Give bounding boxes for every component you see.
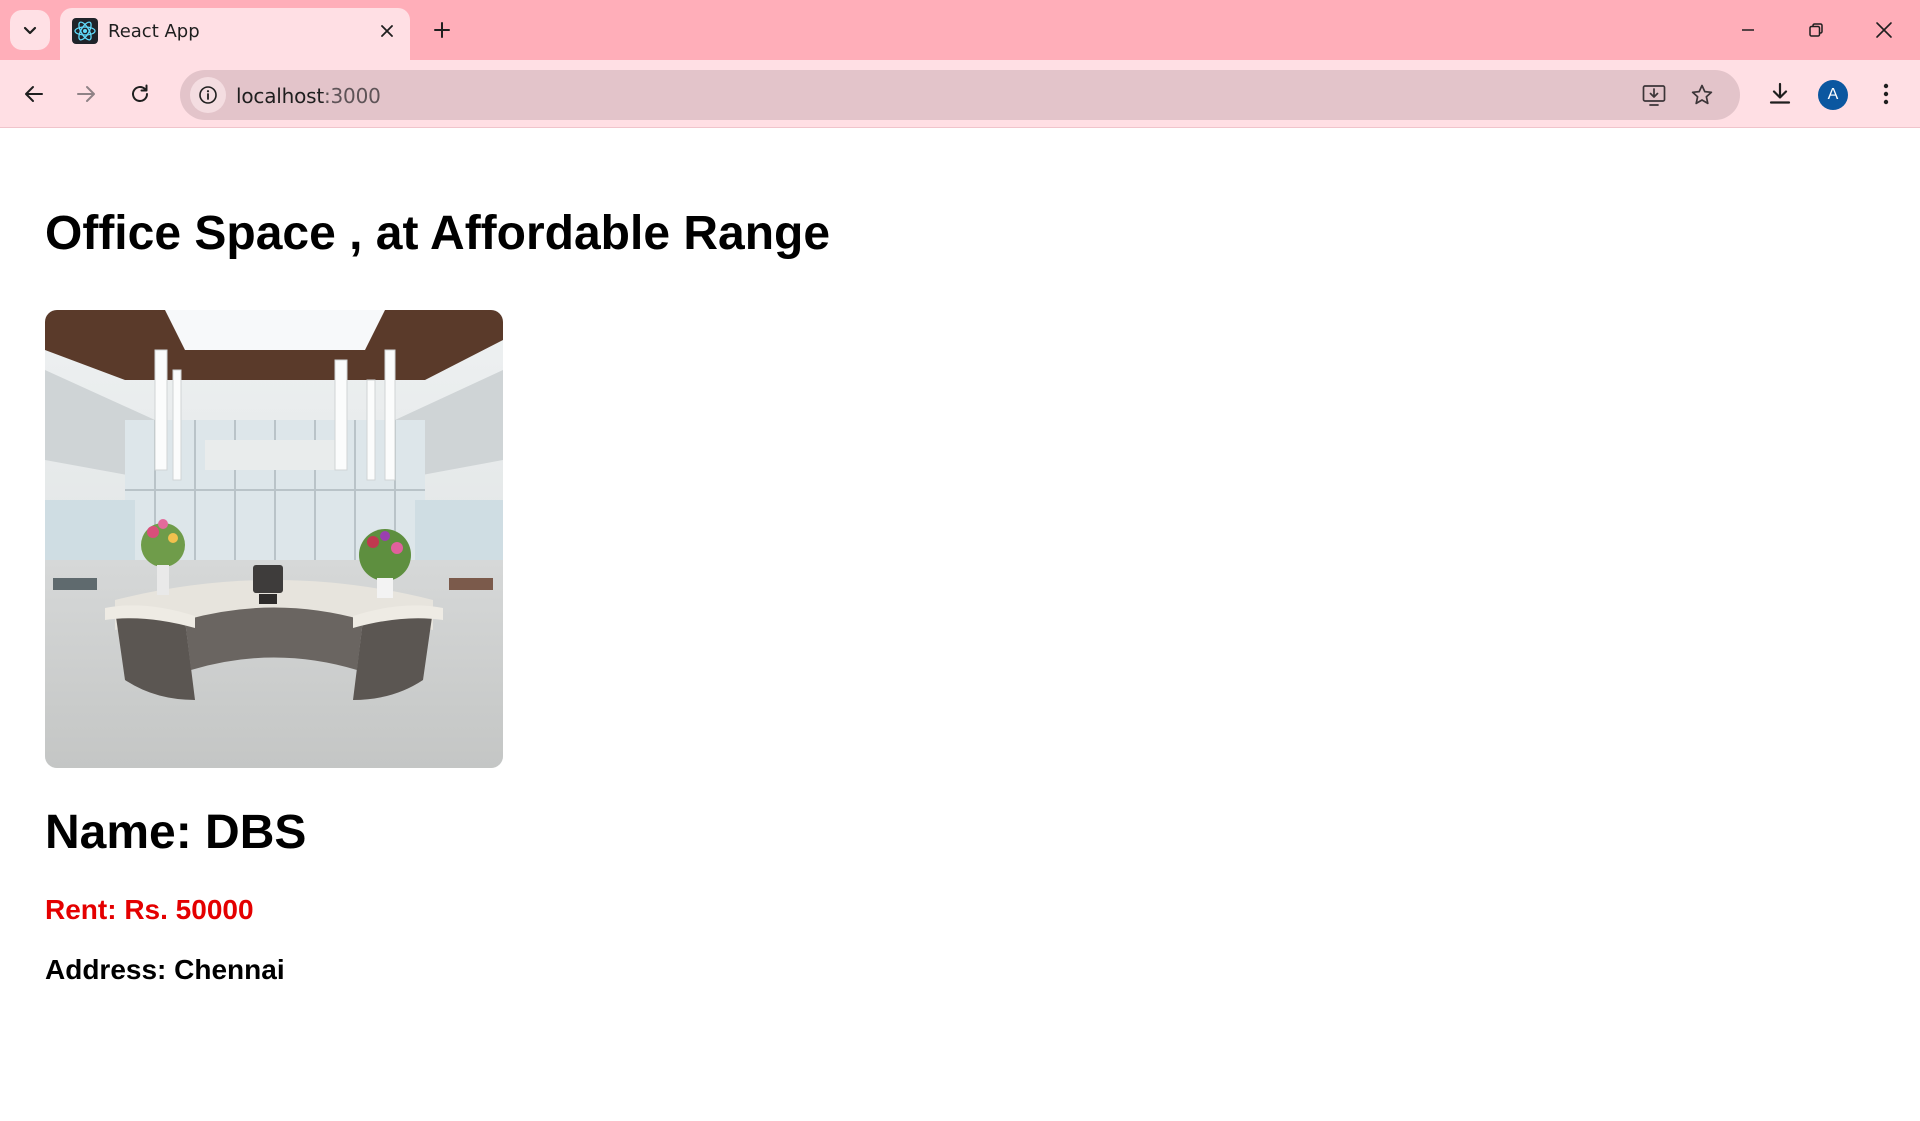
new-tab-button[interactable] xyxy=(424,12,460,48)
browser-toolbar: localhost:3000 A xyxy=(0,60,1920,128)
install-app-button[interactable] xyxy=(1638,79,1670,111)
close-icon xyxy=(381,25,393,37)
arrow-right-icon xyxy=(77,86,95,102)
url-port: :3000 xyxy=(323,84,381,108)
site-info-button[interactable] xyxy=(190,77,226,113)
office-photo xyxy=(45,310,503,768)
close-window-icon xyxy=(1876,22,1892,38)
profile-avatar[interactable]: A xyxy=(1818,80,1848,110)
page-viewport: Office Space , at Affordable Range Name:… xyxy=(0,129,1920,1121)
restore-button[interactable] xyxy=(1782,0,1850,60)
minimize-button[interactable] xyxy=(1714,0,1782,60)
reload-button[interactable] xyxy=(120,74,160,114)
back-button[interactable] xyxy=(14,74,54,114)
chevron-down-icon xyxy=(23,26,37,35)
tab-title: React App xyxy=(108,21,200,42)
arrow-left-icon xyxy=(25,86,43,102)
react-logo-icon xyxy=(72,18,98,44)
forward-button[interactable] xyxy=(66,74,106,114)
tab-close-button[interactable] xyxy=(374,18,400,44)
office-name: Name: DBS xyxy=(45,806,307,859)
office-rent: Rent: Rs. 50000 xyxy=(45,894,254,925)
download-icon xyxy=(1769,82,1791,104)
install-app-icon xyxy=(1642,85,1666,106)
tab-strip: React App xyxy=(0,0,1920,60)
address-bar[interactable]: localhost:3000 xyxy=(180,70,1740,120)
close-window-button[interactable] xyxy=(1850,0,1918,60)
downloads-button[interactable] xyxy=(1760,74,1800,114)
more-vertical-icon xyxy=(1883,83,1889,105)
office-address: Address: Chennai xyxy=(45,954,285,985)
browser-menu-button[interactable] xyxy=(1866,74,1906,114)
plus-icon xyxy=(434,22,450,38)
tab-search-button[interactable] xyxy=(10,10,50,50)
url-host: localhost xyxy=(236,84,324,108)
office-lobby-image xyxy=(45,310,503,768)
active-tab[interactable]: React App xyxy=(60,8,410,60)
info-icon xyxy=(199,86,217,104)
star-icon xyxy=(1691,84,1713,105)
restore-icon xyxy=(1809,23,1823,37)
reload-icon xyxy=(132,84,148,102)
page-heading: Office Space , at Affordable Range xyxy=(45,207,831,260)
minimize-icon xyxy=(1742,29,1754,31)
bookmark-button[interactable] xyxy=(1686,79,1718,111)
url-text[interactable]: localhost:3000 xyxy=(236,84,381,108)
